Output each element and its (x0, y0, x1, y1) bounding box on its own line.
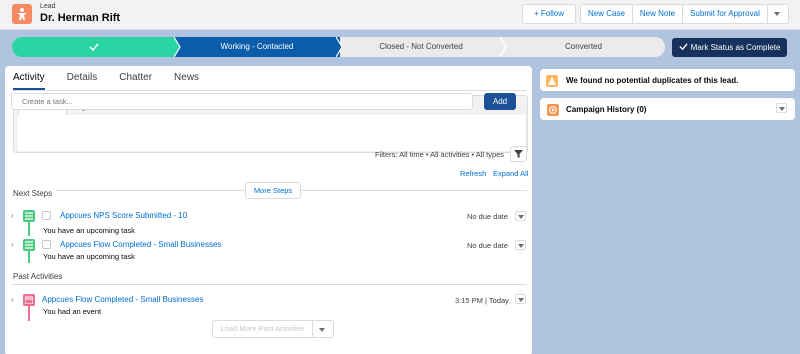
campaign-menu-button[interactable] (776, 103, 787, 113)
campaign-history-title[interactable]: Campaign History (0) (566, 105, 646, 114)
event-subtitle: You had an event (43, 307, 102, 316)
new-case-button[interactable]: New Case (581, 5, 633, 23)
check-icon (89, 43, 99, 52)
campaign-history-card: Campaign History (0) (540, 98, 795, 120)
check-icon (679, 43, 688, 51)
path-stage-closed[interactable]: Closed - Not Converted (340, 37, 502, 57)
chevron-right-icon[interactable]: › (11, 295, 14, 304)
task-title-link[interactable]: Appcues Flow Completed - Small Businesse… (60, 240, 221, 249)
event-date: 3:15 PM | Today (455, 296, 509, 305)
tab-news[interactable]: News (174, 72, 199, 90)
filters-text[interactable]: Filters: All time • All activities • All… (375, 150, 504, 159)
path-chevron (336, 37, 343, 57)
expand-all-link[interactable]: Expand All (493, 169, 528, 178)
load-more-menu[interactable] (313, 321, 333, 337)
task-icon (23, 239, 35, 251)
task-checkbox[interactable] (42, 211, 51, 220)
chevron-down-icon (518, 215, 524, 219)
campaign-icon (547, 104, 559, 116)
task-icon (23, 210, 35, 222)
tabs-divider (13, 90, 527, 91)
mark-status-label: Mark Status as Complete (690, 43, 781, 52)
duplicates-card: We found no potential duplicates of this… (540, 69, 795, 91)
refresh-link[interactable]: Refresh (460, 169, 486, 178)
path-track: Working - Contacted Closed - Not Convert… (12, 37, 665, 57)
filter-icon (514, 150, 523, 158)
past-activities-divider (13, 284, 527, 285)
timeline-line (28, 306, 30, 321)
event-icon (23, 294, 35, 306)
lead-object-icon (12, 4, 32, 24)
object-label: Lead (40, 3, 56, 10)
task-menu-button[interactable] (515, 211, 526, 221)
tab-chatter[interactable]: Chatter (119, 72, 152, 90)
event-menu-button[interactable] (515, 294, 526, 304)
record-tabs: Activity Details Chatter News (13, 72, 221, 90)
task-due-date: No due date (467, 212, 508, 221)
timeline-line (28, 222, 30, 236)
path-chevron (500, 37, 507, 57)
chevron-down-icon (779, 107, 785, 111)
path-stage-current[interactable]: Working - Contacted (174, 37, 340, 57)
mark-status-complete-button[interactable]: Mark Status as Complete (672, 38, 787, 57)
load-more-button[interactable]: Load More Past Activities (213, 321, 314, 337)
path-stage-converted[interactable]: Converted (502, 37, 665, 57)
task-title-link[interactable]: Appcues NPS Score Submitted - 10 (60, 211, 187, 220)
task-due-date: No due date (467, 241, 508, 250)
task-subtitle: You have an upcoming task (43, 252, 135, 261)
path-bar: Working - Contacted Closed - Not Convert… (0, 30, 800, 64)
filter-button[interactable] (510, 146, 527, 162)
chevron-right-icon[interactable]: › (11, 211, 14, 220)
action-button-group: New Case New Note Submit for Approval (580, 4, 789, 24)
task-subtitle: You have an upcoming task (43, 226, 135, 235)
tab-details[interactable]: Details (67, 72, 98, 90)
chevron-down-icon (518, 244, 524, 248)
add-task-button[interactable]: Add (484, 93, 516, 110)
more-actions-button[interactable] (768, 5, 788, 23)
create-task-input[interactable] (11, 93, 473, 110)
chevron-right-icon[interactable]: › (11, 240, 14, 249)
load-more-group: Load More Past Activities (212, 320, 334, 338)
new-note-button[interactable]: New Note (633, 5, 684, 23)
timeline-line (28, 251, 30, 263)
more-steps-button[interactable]: More Steps (245, 182, 301, 199)
record-name: Dr. Herman Rift (40, 12, 121, 24)
next-steps-label: Next Steps (13, 189, 57, 198)
follow-button[interactable]: + Follow (523, 5, 575, 23)
event-title-link[interactable]: Appcues Flow Completed - Small Businesse… (42, 295, 203, 304)
activity-card: Activity Details Chatter News New Task L… (5, 66, 532, 354)
follow-button-group: + Follow (522, 4, 576, 24)
past-activities-label: Past Activities (13, 272, 63, 281)
submit-for-approval-button[interactable]: Submit for Approval (683, 5, 768, 23)
task-menu-button[interactable] (515, 240, 526, 250)
chevron-down-icon (518, 298, 524, 302)
tab-activity[interactable]: Activity (13, 72, 45, 90)
chevron-down-icon (773, 12, 780, 16)
path-chevron (174, 37, 181, 57)
path-stage-complete[interactable] (12, 37, 180, 57)
record-header: Lead Dr. Herman Rift + Follow New Case N… (0, 0, 800, 30)
duplicate-warning-icon (546, 75, 558, 87)
chevron-down-icon (319, 328, 326, 332)
task-checkbox[interactable] (42, 240, 51, 249)
publisher-body (18, 115, 525, 151)
duplicates-message: We found no potential duplicates of this… (566, 76, 739, 85)
